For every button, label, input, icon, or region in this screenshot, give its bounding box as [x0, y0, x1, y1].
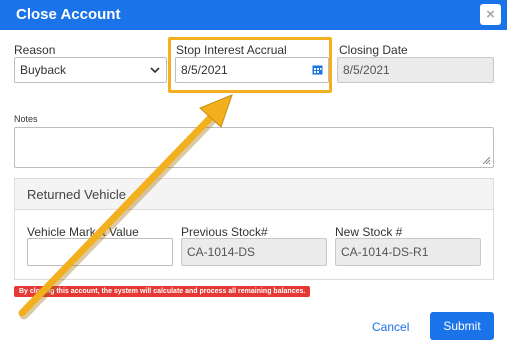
previous-stock-value: CA-1014-DS [187, 245, 256, 259]
market-value-label: Vehicle Market Value [27, 225, 139, 239]
previous-stock-label: Previous Stock# [181, 225, 268, 239]
highlight-box [168, 37, 332, 93]
dialog-title: Close Account [16, 6, 121, 23]
new-stock-value: CA-1014-DS-R1 [341, 245, 429, 259]
closing-date-field: 8/5/2021 [337, 57, 494, 83]
notes-label: Notes [14, 114, 38, 124]
submit-button[interactable]: Submit [430, 312, 494, 340]
close-button[interactable]: × [480, 4, 501, 25]
market-value-input[interactable] [27, 238, 173, 266]
new-stock-label: New Stock # [335, 225, 403, 239]
previous-stock-field: CA-1014-DS [181, 238, 327, 266]
cancel-button[interactable]: Cancel [372, 320, 409, 334]
closing-date-value: 8/5/2021 [343, 63, 390, 77]
warning-text: By closing this account, the system will… [19, 288, 306, 295]
chevron-down-icon [150, 67, 160, 74]
dialog-header: Close Account × [0, 0, 507, 30]
reason-select[interactable]: Buyback [14, 57, 167, 83]
returned-vehicle-title: Returned Vehicle [27, 187, 127, 202]
returned-vehicle-header: Returned Vehicle [15, 179, 493, 210]
resize-grip-icon[interactable] [482, 156, 491, 165]
new-stock-field: CA-1014-DS-R1 [335, 238, 481, 266]
closing-date-label: Closing Date [339, 43, 408, 57]
reason-label: Reason [14, 43, 56, 57]
reason-value: Buyback [20, 63, 67, 77]
close-icon: × [486, 6, 495, 23]
notes-textarea[interactable] [14, 127, 494, 168]
warning-banner: By closing this account, the system will… [14, 286, 311, 297]
